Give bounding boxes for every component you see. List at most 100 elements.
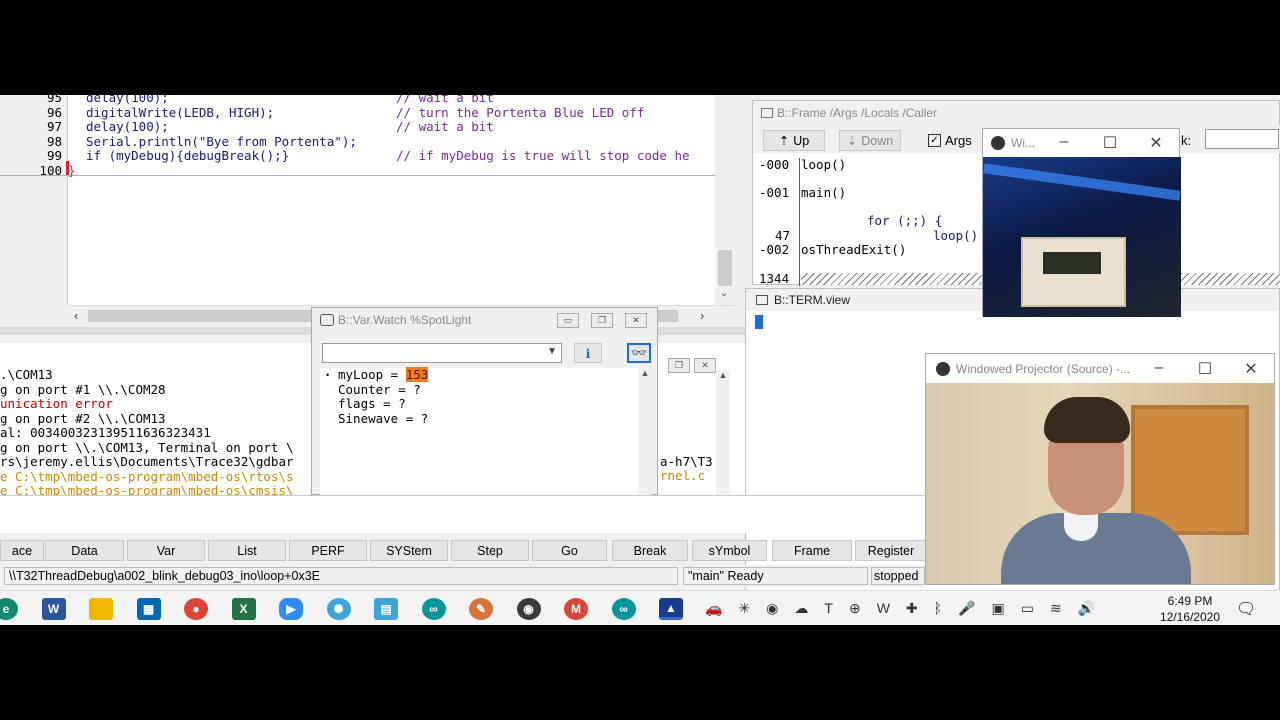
frame-row-text[interactable]: loop() bbox=[801, 157, 846, 173]
watch-expression-input[interactable]: ▼ bbox=[322, 343, 562, 363]
arduino-ide-icon[interactable]: ∞ bbox=[611, 598, 636, 620]
code-comments: // wait a bit // turn the Portenta Blue … bbox=[396, 95, 690, 164]
down-button[interactable]: ⇣ Down bbox=[839, 130, 901, 151]
log-line: g on port #2 \\.\COM13 bbox=[0, 410, 166, 426]
tray-cloud-icon[interactable]: ☁ bbox=[794, 600, 808, 617]
chevron-up-icon[interactable]: ▲ bbox=[638, 368, 652, 378]
command-line[interactable] bbox=[0, 495, 925, 533]
code-line: if (myDebug){debugBreak();} bbox=[86, 148, 290, 163]
tray-security-icon[interactable]: ⊕ bbox=[849, 600, 861, 617]
var-button[interactable]: Var bbox=[127, 540, 205, 561]
arduino-icon[interactable]: ∞ bbox=[421, 598, 446, 620]
close-icon[interactable]: ✕ bbox=[694, 358, 716, 373]
chevron-down-icon[interactable]: ▼ bbox=[547, 346, 557, 357]
tray-bluetooth-icon[interactable]: ᛒ bbox=[934, 600, 942, 617]
args-checkbox[interactable]: ✓ Args bbox=[928, 133, 972, 148]
symbol-button[interactable]: sYmbol bbox=[692, 540, 767, 561]
folder-icon[interactable] bbox=[89, 598, 113, 620]
excel-icon[interactable]: X bbox=[231, 598, 256, 620]
projector-title: Windowed Projector (Source) -... bbox=[956, 361, 1131, 376]
tray-wifi-icon[interactable]: ≋ bbox=[1050, 600, 1062, 617]
restore-icon[interactable]: ❐ bbox=[591, 312, 613, 328]
info-button[interactable]: ℹ bbox=[574, 343, 602, 363]
maximize-icon[interactable]: ☐ bbox=[1182, 359, 1228, 379]
close-icon[interactable]: ✕ bbox=[1228, 359, 1274, 379]
list-button[interactable]: List bbox=[208, 540, 286, 561]
notepad-icon[interactable]: ▤ bbox=[374, 598, 398, 620]
notification-icon[interactable]: 🗨 bbox=[1236, 599, 1256, 619]
log-line: al: 003400323139511636323431 bbox=[0, 425, 211, 440]
edge-icon[interactable]: e bbox=[0, 598, 18, 620]
code-editor[interactable]: 95 96 97 98 99 100 delay(100); digitalWr… bbox=[0, 95, 715, 305]
var-watch-titlebar: B::Var.Watch %SpotLight ▭ ❐ ✕ bbox=[312, 308, 657, 332]
step-button[interactable]: Step bbox=[451, 540, 529, 561]
trace-button[interactable]: ace bbox=[0, 540, 44, 561]
small-projector-title: Wi... bbox=[1011, 136, 1035, 150]
projector-titlebar: Windowed Projector (Source) -... – ☐ ✕ bbox=[926, 354, 1274, 383]
code-line: delay(100); bbox=[86, 119, 169, 134]
tray-battery-icon[interactable]: ▭ bbox=[1021, 600, 1034, 617]
zoom-icon[interactable]: ▶ bbox=[279, 598, 303, 620]
data-button[interactable]: Data bbox=[45, 540, 124, 561]
tray-teams-icon[interactable]: T bbox=[824, 600, 833, 617]
system-button[interactable]: SYStem bbox=[370, 540, 448, 561]
obs-app-icon[interactable]: ◉ bbox=[516, 598, 541, 620]
watch-list: • myLoop = 153 Counter = ? flags = ? Sin… bbox=[320, 367, 638, 496]
restore-icon[interactable]: ❐ bbox=[668, 358, 690, 373]
chevron-down-icon[interactable]: ⌄ bbox=[720, 288, 728, 299]
portenta-board bbox=[1043, 252, 1101, 274]
camera-app-icon[interactable]: ✺ bbox=[326, 598, 351, 620]
up-button[interactable]: ⇡ Up bbox=[763, 130, 825, 151]
desktop-screen: 95 96 97 98 99 100 delay(100); digitalWr… bbox=[0, 95, 1280, 625]
window-controls: ▭ ❐ ✕ bbox=[557, 312, 657, 328]
watch-vscrollbar[interactable]: ▲ bbox=[638, 368, 652, 496]
close-icon[interactable]: ✕ bbox=[1133, 133, 1179, 153]
watch-row[interactable]: Sinewave = ? bbox=[338, 411, 428, 427]
tray-display-icon[interactable]: ▣ bbox=[991, 600, 1004, 617]
frame-row-text[interactable]: main() bbox=[801, 185, 846, 201]
watch-row[interactable]: Counter = ? bbox=[338, 382, 421, 398]
tray-volume-icon[interactable]: 🔊 bbox=[1078, 600, 1095, 617]
minimize-icon[interactable]: – bbox=[1041, 133, 1087, 153]
maximize-icon[interactable]: ☐ bbox=[1087, 133, 1133, 153]
trace32-icon[interactable]: ▲ bbox=[659, 598, 683, 620]
watch-row[interactable]: myLoop = 153 bbox=[338, 367, 429, 383]
tray-word-icon[interactable]: W bbox=[877, 600, 890, 617]
store-icon[interactable]: ▦ bbox=[136, 598, 161, 620]
code-comment bbox=[396, 135, 690, 150]
chrome-profile-icon[interactable]: M bbox=[564, 598, 588, 620]
log-line: g on port \\.\COM13, Terminal on port \ bbox=[0, 439, 294, 455]
frame-row-num: 1344 bbox=[759, 271, 790, 286]
word-icon[interactable]: W bbox=[41, 598, 66, 620]
frame-row-text[interactable]: osThreadExit() bbox=[801, 242, 906, 258]
watch-row[interactable]: flags = ? bbox=[338, 396, 406, 412]
go-button[interactable]: Go bbox=[532, 540, 607, 561]
scroll-thumb[interactable] bbox=[718, 250, 732, 286]
tray-loading-icon[interactable]: ✳ bbox=[738, 600, 750, 617]
editor-vscrollbar[interactable]: ⌄ bbox=[715, 95, 735, 305]
code-comment: // wait a bit bbox=[396, 95, 494, 105]
chevron-left-icon[interactable]: ‹ bbox=[74, 308, 78, 323]
break-button[interactable]: Break bbox=[612, 540, 688, 561]
chevron-up-icon[interactable]: ▲ bbox=[716, 370, 730, 380]
chrome-icon[interactable]: ● bbox=[184, 598, 208, 620]
tray-xbox-icon[interactable]: ✚ bbox=[906, 600, 918, 617]
task-label: k: bbox=[1181, 133, 1192, 148]
close-icon[interactable]: ✕ bbox=[625, 312, 647, 328]
frame-button[interactable]: Frame bbox=[772, 540, 852, 561]
code-line: digitalWrite(LEDB, HIGH); bbox=[86, 104, 275, 120]
tray-clock[interactable]: 6:49 PM 12/16/2020 bbox=[1155, 593, 1225, 625]
chevron-right-icon[interactable]: › bbox=[700, 308, 704, 323]
task-input[interactable] bbox=[1205, 129, 1279, 149]
minimize-icon[interactable]: ▭ bbox=[557, 312, 579, 328]
frame-title: B::Frame /Args /Locals /Caller bbox=[777, 106, 938, 120]
log-vscrollbar[interactable]: ▲ bbox=[716, 370, 730, 495]
tray-mic-icon[interactable]: 🎤 bbox=[958, 600, 975, 617]
minimize-icon[interactable]: – bbox=[1136, 359, 1182, 379]
spotlight-button[interactable]: 👓 bbox=[627, 343, 651, 363]
paint-icon[interactable]: ✎ bbox=[469, 598, 493, 620]
tray-obs-icon[interactable]: ◉ bbox=[766, 600, 778, 617]
register-button[interactable]: Register bbox=[855, 540, 927, 561]
perf-button[interactable]: PERF bbox=[289, 540, 367, 561]
tray-car-icon[interactable]: 🚗 bbox=[705, 600, 722, 617]
